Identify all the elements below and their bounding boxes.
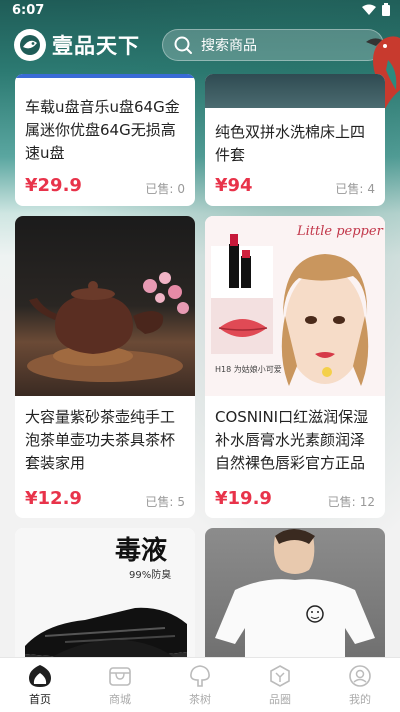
product-sold-count: 已售: 12 bbox=[327, 495, 375, 509]
profile-icon bbox=[349, 665, 371, 687]
search-input[interactable]: 搜索商品 bbox=[162, 29, 384, 61]
product-card[interactable]: Little pepper H18 为姑娘小可爱 COSNINI口红滋润保湿补水… bbox=[205, 216, 385, 518]
tab-profile[interactable]: 我的 bbox=[320, 658, 400, 712]
tab-home[interactable]: 首页 bbox=[0, 658, 80, 712]
product-image: 毒液 99%防臭 bbox=[15, 528, 195, 668]
search-placeholder: 搜索商品 bbox=[201, 38, 257, 54]
product-sold-count: 已售: 4 bbox=[335, 182, 375, 196]
shoe-brand-text: 毒液 bbox=[115, 536, 168, 566]
app-header: 壹品天下 搜索商品 bbox=[0, 26, 400, 66]
tab-label: 茶树 bbox=[189, 693, 211, 706]
product-image bbox=[205, 528, 385, 668]
product-title: 车载u盘音乐u盘64G金属迷你优盘64G无损高速u盘 bbox=[25, 98, 180, 162]
product-price: ¥12.9 bbox=[25, 488, 82, 509]
app-logo bbox=[14, 29, 46, 61]
product-image bbox=[15, 216, 195, 396]
tab-label: 品圈 bbox=[269, 693, 291, 706]
product-image bbox=[205, 74, 385, 108]
teapot-image bbox=[27, 272, 189, 382]
tshirt-image bbox=[215, 529, 375, 668]
product-card[interactable]: 毒液 99%防臭 bbox=[15, 528, 195, 668]
tab-label: 商城 bbox=[109, 693, 131, 706]
tab-shop[interactable]: 商城 bbox=[80, 658, 160, 712]
product-sold-count: 已售: 5 bbox=[145, 495, 185, 509]
lipstick-brand-text: Little pepper bbox=[297, 224, 383, 239]
home-icon bbox=[29, 665, 51, 687]
product-price: ¥94 bbox=[215, 175, 253, 196]
status-bar: 6:07 bbox=[0, 0, 400, 22]
product-sold-count: 已售: 0 bbox=[145, 182, 185, 196]
product-card[interactable]: 纯色双拼水洗棉床上四件套 ¥94 已售: 4 bbox=[205, 74, 385, 206]
search-icon bbox=[174, 36, 192, 54]
product-title: 纯色双拼水洗棉床上四件套 bbox=[215, 123, 366, 164]
product-image: Little pepper H18 为姑娘小可爱 bbox=[205, 216, 385, 396]
product-image-edge bbox=[15, 74, 195, 78]
lipstick-caption: H18 为姑娘小可爱 bbox=[215, 365, 282, 374]
product-title: COSNINI口红滋润保湿补水唇膏水光素颜润泽自然裸色唇彩官方正品 bbox=[215, 408, 369, 472]
app-name: 壹品天下 bbox=[52, 33, 140, 58]
product-title: 大容量紫砂茶壶纯手工泡茶单壶功夫茶具茶杯套装家用 bbox=[25, 408, 176, 472]
product-card[interactable]: 大容量紫砂茶壶纯手工泡茶单壶功夫茶具茶杯套装家用 ¥12.9 已售: 5 bbox=[15, 216, 195, 518]
battery-icon bbox=[382, 3, 390, 16]
shop-icon bbox=[109, 667, 131, 686]
circle-icon bbox=[270, 665, 290, 687]
product-card[interactable]: 车载u盘音乐u盘64G金属迷你优盘64G无损高速u盘 ¥29.9 已售: 0 bbox=[15, 74, 195, 206]
product-price: ¥29.9 bbox=[25, 175, 82, 196]
tab-tea-tree[interactable]: 茶树 bbox=[160, 658, 240, 712]
tab-label: 首页 bbox=[29, 693, 51, 706]
tree-icon bbox=[190, 665, 210, 687]
wifi-icon bbox=[362, 4, 376, 15]
shoe-sub-text: 99%防臭 bbox=[129, 570, 172, 581]
tab-label: 我的 bbox=[349, 693, 371, 706]
sneaker-image bbox=[25, 607, 187, 668]
product-price: ¥19.9 bbox=[215, 488, 272, 509]
tea-leaf-icon bbox=[20, 35, 40, 55]
bottom-tab-bar: 首页 商城 茶树 品圈 我的 bbox=[0, 657, 400, 712]
status-time: 6:07 bbox=[12, 3, 45, 18]
product-card[interactable] bbox=[205, 528, 385, 668]
tab-circle[interactable]: 品圈 bbox=[240, 658, 320, 712]
